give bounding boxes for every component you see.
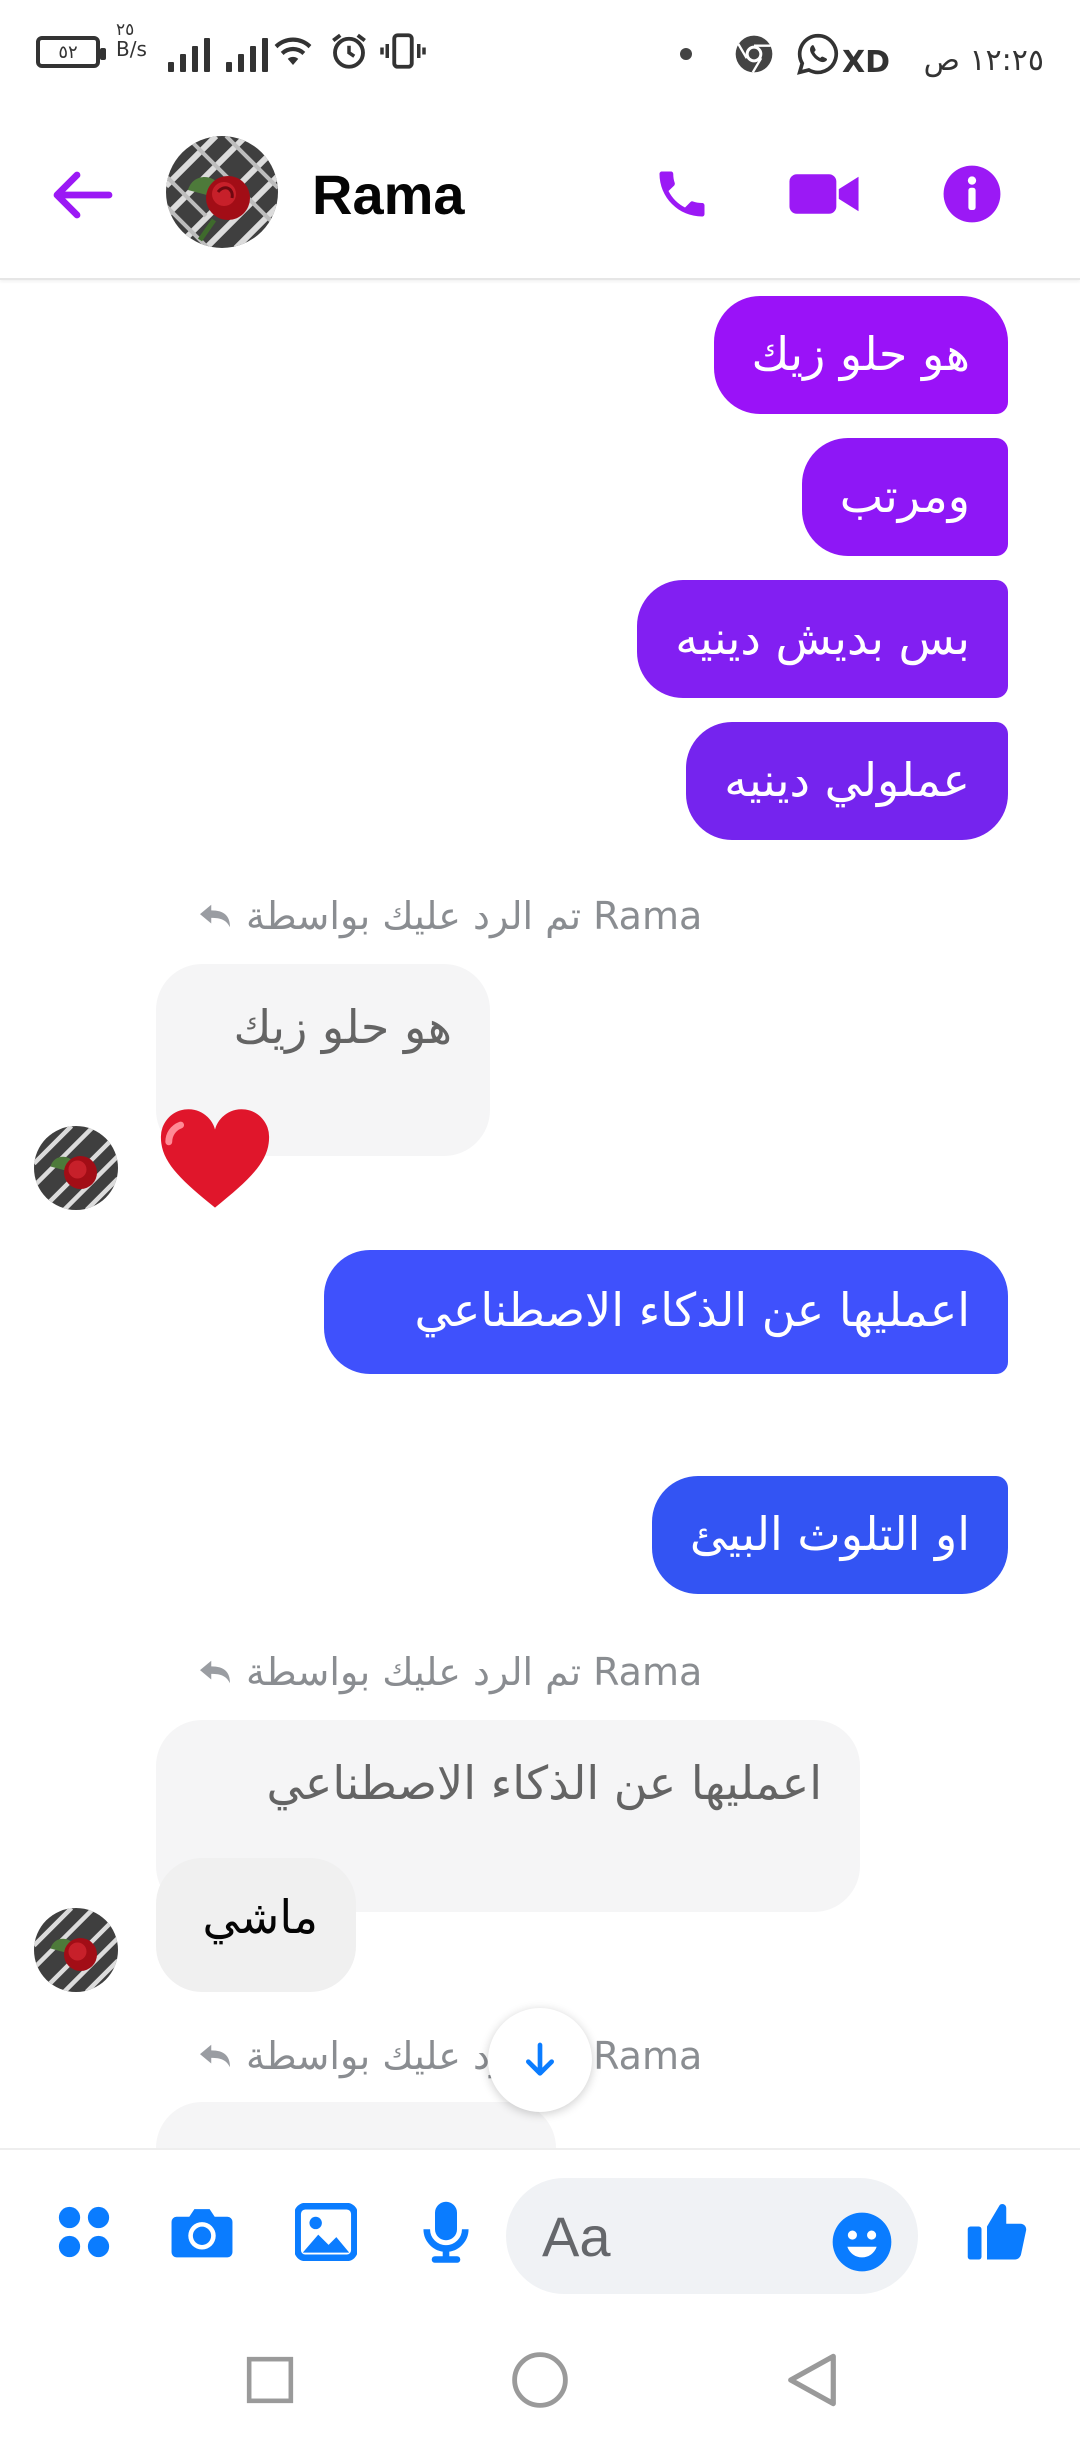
battery-level: ٥٢ <box>58 41 78 63</box>
system-navigation-bar <box>0 2300 1080 2460</box>
message-text: هو حلو زيك <box>751 327 970 381</box>
vibrate-icon <box>380 33 426 69</box>
reply-notice-text: Rama تم الرد عليك بواسطة <box>246 1650 703 1694</box>
rose-avatar-image <box>166 136 278 248</box>
four-dots-icon <box>58 2206 110 2258</box>
contact-avatar[interactable] <box>166 136 278 248</box>
thumbs-up-icon <box>967 2204 1027 2260</box>
camera-button[interactable] <box>166 2196 238 2268</box>
message-text: بس بديش دينيه <box>675 611 970 665</box>
quoted-text: هو حلو زيك <box>233 1000 452 1054</box>
rose-avatar-image <box>34 1126 118 1210</box>
reply-arrow-icon <box>200 2044 230 2068</box>
speed-unit: B/s <box>116 37 147 61</box>
reply-notice: Rama تم الرد عليك بواسطة <box>196 1650 702 1694</box>
alarm-icon <box>332 33 366 69</box>
circle-icon <box>512 2352 568 2408</box>
outgoing-message[interactable]: بس بديش دينيه <box>637 580 1008 698</box>
signal-icon <box>168 36 268 72</box>
outgoing-message[interactable]: ومرتب <box>801 438 1008 556</box>
whatsapp-icon <box>797 33 839 75</box>
home-button[interactable] <box>508 2348 572 2412</box>
message-text: ومرتب <box>839 469 970 523</box>
voice-message-button[interactable] <box>410 2196 482 2268</box>
like-button[interactable] <box>962 2196 1034 2268</box>
reply-arrow-icon <box>200 904 230 928</box>
arrow-down-icon <box>526 2042 554 2076</box>
message-input-placeholder: Aa <box>542 2204 611 2268</box>
microphone-icon <box>423 2201 469 2263</box>
incoming-message[interactable]: ماشي <box>156 1858 356 1992</box>
quoted-text: اعمليها عن الذكاء الاصطناعي <box>266 1756 822 1810</box>
scroll-to-bottom-button[interactable] <box>488 2008 592 2112</box>
gallery-button[interactable] <box>290 2196 362 2268</box>
audio-call-button[interactable] <box>644 156 720 232</box>
reply-notice: Rama تم الرد عليك بواسطة <box>196 2034 702 2078</box>
reply-notice-text: Rama تم الرد عليك بواسطة <box>246 2034 703 2078</box>
triangle-back-icon <box>788 2353 836 2407</box>
sender-avatar[interactable] <box>34 1126 118 1210</box>
arrow-left-icon <box>53 171 113 219</box>
quoted-message-partial[interactable] <box>156 2102 556 2148</box>
network-speed: ٢٥ B/s <box>116 22 147 82</box>
video-camera-icon <box>789 174 859 214</box>
rose-avatar-image <box>34 1908 118 1992</box>
message-text: اعمليها عن الذكاء الاصطناعي <box>414 1283 970 1337</box>
image-icon <box>295 2203 357 2261</box>
camera-icon <box>171 2209 233 2258</box>
conversation-header: Rama <box>0 110 1080 280</box>
chrome-icon <box>735 35 773 73</box>
message-text: ماشي <box>202 1890 318 1944</box>
heart-emoji-icon[interactable] <box>156 1102 274 1212</box>
contact-name[interactable]: Rama <box>312 162 465 227</box>
message-text: او التلوث البيئ <box>689 1507 970 1561</box>
conversation-info-button[interactable] <box>934 156 1010 232</box>
message-text: عملولي دينيه <box>724 753 970 807</box>
reply-notice-text: Rama تم الرد عليك بواسطة <box>246 894 703 938</box>
clock: ١٢:٢٥ ص <box>923 42 1044 78</box>
outgoing-message[interactable]: اعمليها عن الذكاء الاصطناعي <box>324 1250 1008 1374</box>
wifi-icon <box>274 37 312 65</box>
message-list[interactable]: هو حلو زيك ومرتب بس بديش دينيه عملولي دي… <box>0 280 1080 2148</box>
xd-indicator: XD <box>841 44 890 80</box>
back-nav-button[interactable] <box>780 2348 844 2412</box>
outgoing-message[interactable]: عملولي دينيه <box>686 722 1008 840</box>
outgoing-message[interactable]: هو حلو زيك <box>713 296 1008 414</box>
reply-notice: Rama تم الرد عليك بواسطة <box>196 894 702 938</box>
battery-indicator: ٥٢ <box>36 36 106 68</box>
outgoing-message[interactable]: او التلوث البيئ <box>651 1476 1008 1594</box>
info-icon <box>943 165 1001 223</box>
recents-button[interactable] <box>238 2348 302 2412</box>
message-composer: Aa <box>0 2148 1080 2302</box>
dot-icon <box>680 48 692 60</box>
reply-arrow-icon <box>200 1660 230 1684</box>
emoji-icon[interactable] <box>830 2210 894 2274</box>
video-call-button[interactable] <box>786 156 862 232</box>
more-actions-button[interactable] <box>48 2196 120 2268</box>
sender-avatar[interactable] <box>34 1908 118 1992</box>
status-bar: ٥٢ ٢٥ B/s XD ١٢:٢٥ ص <box>0 0 1080 110</box>
phone-icon <box>659 171 705 217</box>
back-button[interactable] <box>50 162 116 228</box>
square-icon <box>246 2356 294 2404</box>
